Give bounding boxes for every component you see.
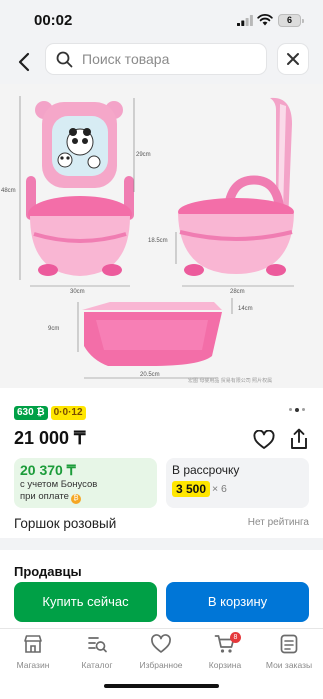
bonus-note: с учетом Бонусов при оплате ₿ [20, 479, 150, 504]
buy-now-button[interactable]: Купить сейчас [14, 582, 157, 622]
dim-depth: 18.5cm [148, 238, 168, 244]
bottom-nav: Магазин Каталог Избранное 8 Корзина Мои … [0, 628, 323, 699]
close-icon [287, 53, 299, 65]
nav-item-catalog[interactable]: Каталог [65, 633, 129, 677]
nav-label-shop: Магазин [16, 660, 50, 670]
search-icon [56, 51, 73, 68]
nav-item-favorites[interactable]: Избранное [129, 633, 193, 677]
bonus-price: 20 370 ₸ [20, 462, 76, 478]
dim-bowl-rim: 14cm [238, 306, 253, 312]
installment-amount: 3 500 [172, 481, 211, 497]
bonus-note-line2: при оплате [20, 491, 69, 502]
search-box[interactable] [45, 43, 267, 75]
back-button[interactable] [10, 48, 38, 76]
nav-label-cart: Корзина [208, 660, 242, 670]
shop-icon [24, 635, 42, 653]
product-name: Горшок розовый [14, 516, 117, 531]
search-input[interactable] [82, 44, 262, 74]
bonus-badge: 630 ₿ [14, 406, 48, 420]
nav-label-catalog: Каталог [81, 660, 113, 670]
battery-level: 6 [286, 15, 292, 25]
status-bar: 00:02 6 [0, 0, 323, 40]
dim-bowl-height: 9cm [48, 326, 59, 332]
price-badges: 630 ₿ 0·0·12 [14, 406, 86, 420]
catalog-icon [88, 637, 107, 653]
installment-title: В рассрочку [172, 463, 240, 477]
nav-label-orders: Мои заказы [265, 660, 313, 670]
installment-badge: 0·0·12 [50, 406, 86, 420]
installment-card[interactable]: В рассрочку 3 500 × 6 [166, 458, 309, 508]
image-pager [289, 407, 305, 412]
installment-times: × 6 [212, 483, 227, 495]
dim-width-front: 30cm [70, 289, 85, 295]
image-watermark: 宏图 母婴用品 贸易有限公司 照片权属 [188, 377, 272, 384]
section-divider [0, 538, 323, 550]
home-indicator [104, 684, 219, 688]
close-button[interactable] [277, 43, 309, 75]
product-price: 21 000 ₸ [14, 428, 86, 448]
add-to-cart-button[interactable]: В корзину [166, 582, 309, 622]
pager-dot-active [295, 407, 299, 412]
nav-item-shop[interactable]: Магазин [1, 633, 65, 677]
dim-width-side: 28cm [230, 289, 245, 295]
heart-icon [151, 634, 171, 653]
wifi-icon [257, 13, 273, 26]
bonus-note-line1: с учетом Бонусов [20, 479, 98, 490]
dim-bowl-length: 20.5cm [140, 372, 160, 378]
share-icon[interactable] [288, 428, 310, 450]
status-time: 00:02 [34, 12, 73, 29]
product-image-gallery[interactable]: 48cm 29cm 18.5cm 30cm 28cm 9cm 14cm 20.5… [0, 84, 323, 388]
bonus-price-card[interactable]: 20 370 ₸ с учетом Бонусов при оплате ₿ [14, 458, 157, 508]
dim-height-back: 29cm [136, 152, 151, 158]
dim-height-total: 48cm [1, 188, 16, 194]
chevron-left-icon [18, 52, 30, 72]
cellular-signal-icon [237, 15, 253, 26]
orders-icon [280, 634, 298, 654]
pager-dot [289, 408, 292, 411]
heart-icon[interactable] [253, 430, 275, 450]
nav-item-cart[interactable]: 8 Корзина [193, 632, 257, 677]
sellers-title: Продавцы [14, 564, 82, 579]
nav-item-orders[interactable]: Мои заказы [257, 633, 321, 677]
nav-label-favorites: Избранное [139, 660, 183, 670]
pager-dot [302, 408, 305, 411]
rating-status[interactable]: Нет рейтинга [248, 517, 309, 528]
top-bar [0, 40, 323, 84]
product-photo: 48cm 29cm 18.5cm 30cm 28cm 9cm 14cm 20.5… [0, 84, 323, 388]
cart-count-badge: 8 [230, 632, 241, 643]
battery-icon: 6 [278, 14, 304, 27]
bonus-coin-icon: ₿ [70, 494, 81, 504]
